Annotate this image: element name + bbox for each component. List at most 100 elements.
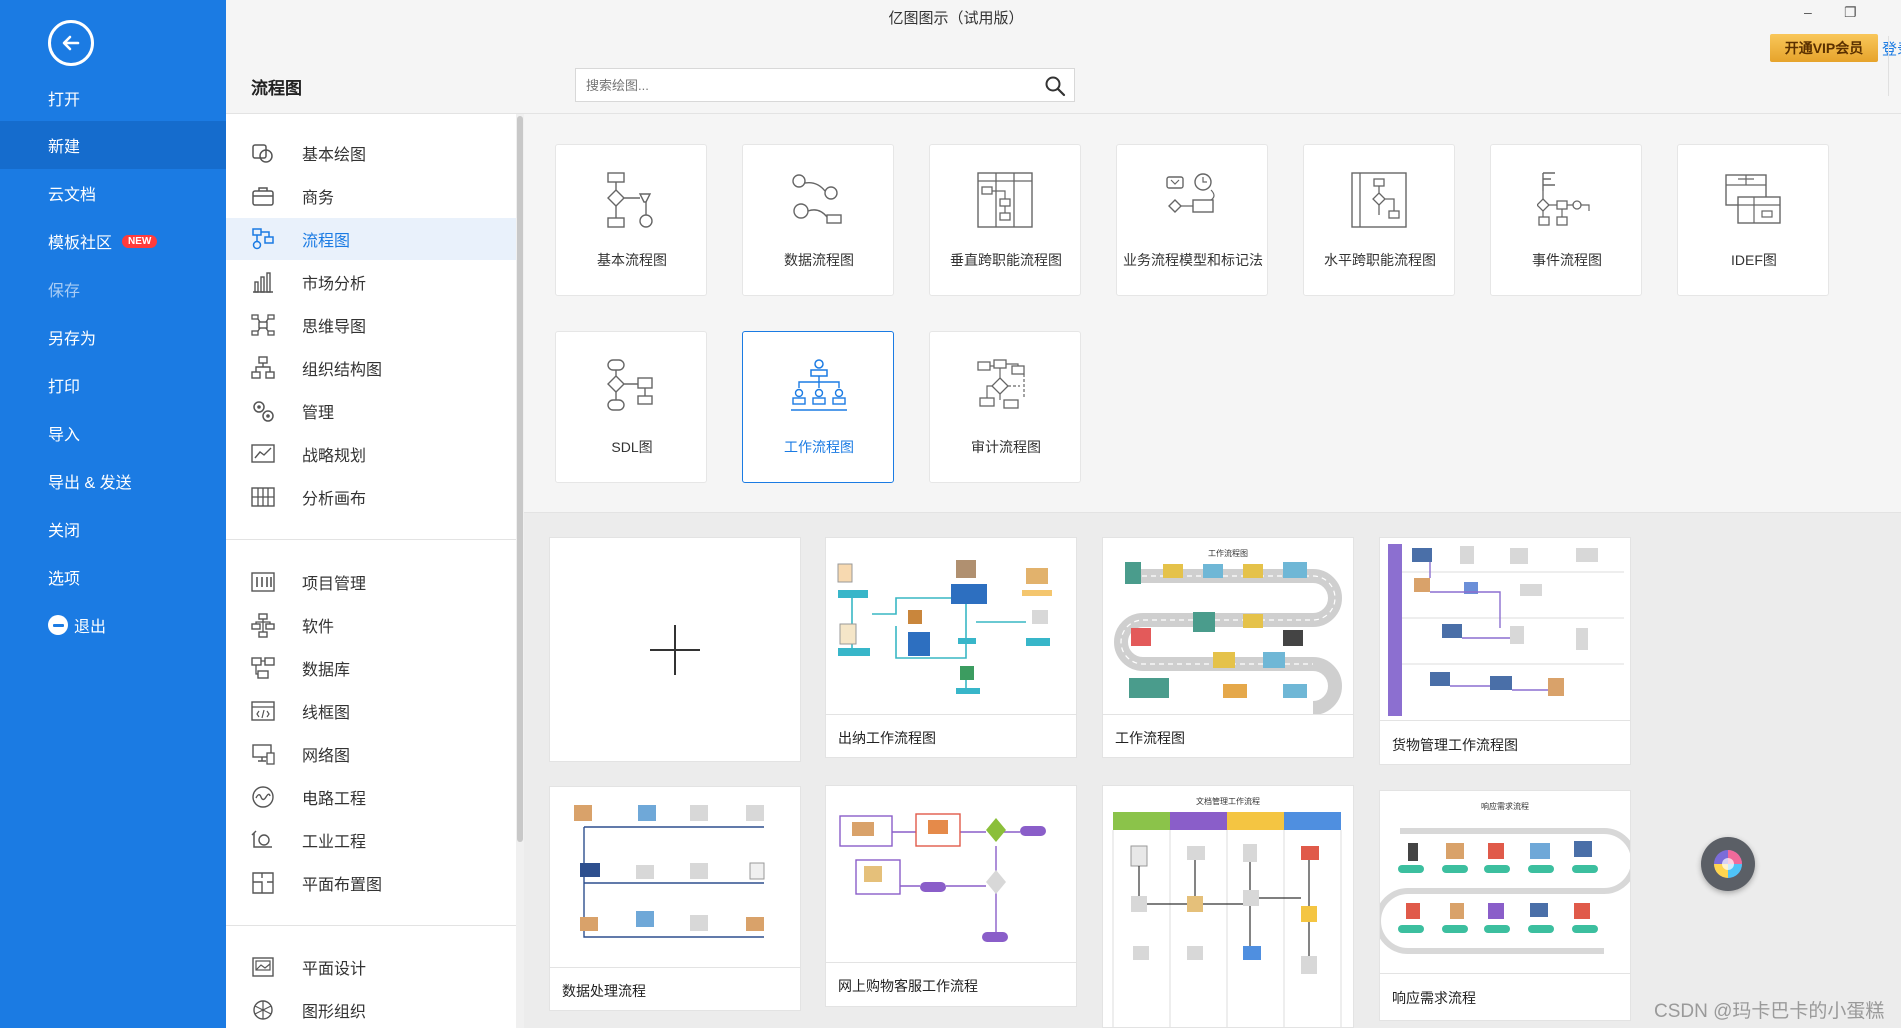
plus-icon: [650, 625, 700, 675]
ai-assistant-button[interactable]: [1701, 837, 1755, 891]
category-label: 基本绘图: [302, 147, 367, 164]
watermark: CSDN @玛卡巴卡的小蛋糕: [1654, 1001, 1885, 1022]
org-chart-icon: [251, 356, 275, 379]
divider: [826, 714, 1076, 715]
minimize-button[interactable]: –: [1804, 4, 1812, 20]
exit-icon: [48, 615, 68, 635]
sidebar-item-export-send[interactable]: 导出 & 发送: [0, 457, 226, 505]
type-card-event-flow[interactable]: 事件流程图: [1490, 144, 1642, 296]
login-link[interactable]: 登录: [1882, 38, 1901, 59]
template-card-response-demand[interactable]: 响应需求流程 响应需求流程: [1379, 790, 1631, 1021]
category-basic-drawing[interactable]: 基本绘图: [226, 132, 516, 174]
category-graphic-organizer[interactable]: 图形组织: [226, 989, 516, 1028]
search-input[interactable]: [576, 69, 1036, 101]
template-gallery: 出纳工作流程图 工作流程图 工作流程图 货物管理工作流程图 数据处理流程 网上购…: [524, 513, 1901, 1028]
type-card-basic-flowchart[interactable]: 基本流程图: [555, 144, 707, 296]
search-icon[interactable]: [1044, 75, 1066, 97]
gears-icon: [253, 401, 274, 422]
category-flowchart[interactable]: 流程图: [226, 218, 516, 260]
template-card-data-processing[interactable]: 数据处理流程: [549, 786, 801, 1011]
blank-template-card[interactable]: [549, 537, 801, 762]
search-box[interactable]: [575, 68, 1075, 102]
vip-membership-button[interactable]: 开通VIP会员: [1770, 34, 1878, 62]
category-analysis-canvas[interactable]: 分析画布: [226, 476, 516, 518]
category-label: 数据库: [302, 662, 351, 679]
category-scrollbar[interactable]: [516, 114, 524, 1028]
type-card-bpmn[interactable]: 业务流程模型和标记法: [1116, 144, 1268, 296]
type-card-vertical-swimlane[interactable]: 垂直跨职能流程图: [929, 144, 1081, 296]
type-card-workflow[interactable]: 工作流程图: [742, 331, 894, 483]
template-title: 工作流程图: [1115, 730, 1185, 746]
category-strategy-planning[interactable]: 战略规划: [226, 433, 516, 475]
category-label: 战略规划: [302, 448, 367, 465]
type-card-sdl[interactable]: SDL图: [555, 331, 707, 483]
sidebar-item-close[interactable]: 关闭: [0, 505, 226, 553]
type-card-audit-flow[interactable]: 审计流程图: [929, 331, 1081, 483]
template-card-document-management[interactable]: 文档管理工作流程: [1102, 785, 1354, 1028]
template-card-cashier-workflow[interactable]: 出纳工作流程图: [825, 537, 1077, 758]
template-card-goods-management[interactable]: 货物管理工作流程图: [1379, 537, 1631, 765]
category-circuit-engineering[interactable]: 电路工程: [226, 776, 516, 818]
category-label: 网络图: [302, 748, 351, 765]
sidebar-item-template-community[interactable]: 模板社区 NEW: [0, 217, 226, 265]
template-thumbnail: 文档管理工作流程: [1112, 796, 1342, 1027]
category-management[interactable]: 管理: [226, 390, 516, 432]
sidebar-item-label: 导出 & 发送: [48, 475, 132, 492]
type-card-label: SDL图: [611, 439, 653, 455]
divider: [1888, 36, 1889, 96]
category-graphic-design[interactable]: 平面设计: [226, 946, 516, 988]
template-card-online-shopping-service[interactable]: 网上购物客服工作流程: [825, 785, 1077, 1007]
horizontal-swimlane-icon: [1351, 172, 1407, 228]
category-list: 基本绘图 商务 流程图 市场分析 思维导图 组织结构图 管理 战略规划 分析画布…: [226, 114, 516, 1028]
category-mind-map[interactable]: 思维导图: [226, 304, 516, 346]
sidebar-item-cloud-docs[interactable]: 云文档: [0, 169, 226, 217]
sidebar-item-save-as[interactable]: 另存为: [0, 313, 226, 361]
network-icon: [252, 744, 275, 765]
assistant-orb-icon: [1714, 850, 1742, 878]
category-market-analysis[interactable]: 市场分析: [226, 261, 516, 303]
category-network[interactable]: 网络图: [226, 733, 516, 775]
arrow-left-icon: [62, 35, 80, 51]
category-org-chart[interactable]: 组织结构图: [226, 347, 516, 389]
image-icon: [252, 957, 274, 977]
category-label: 流程图: [302, 233, 351, 250]
type-card-horizontal-swimlane[interactable]: 水平跨职能流程图: [1303, 144, 1455, 296]
sidebar-item-options[interactable]: 选项: [0, 553, 226, 601]
category-label: 电路工程: [302, 791, 367, 808]
category-floor-plan[interactable]: 平面布置图: [226, 862, 516, 904]
new-badge: NEW: [122, 234, 158, 248]
category-label: 管理: [302, 405, 335, 422]
sidebar-item-print[interactable]: 打印: [0, 361, 226, 409]
backstage-sidebar: 打开 新建 云文档 模板社区 NEW 保存 另存为 打印 导入 导出 & 发送 关…: [0, 0, 226, 1028]
category-label: 组织结构图: [302, 362, 383, 379]
sidebar-item-save[interactable]: 保存: [0, 265, 226, 313]
category-label: 项目管理: [302, 576, 367, 593]
data-flow-icon: [792, 174, 842, 224]
back-button[interactable]: [48, 20, 94, 66]
sidebar-item-import[interactable]: 导入: [0, 409, 226, 457]
template-thumb-heading: 文档管理工作流程: [1196, 796, 1260, 806]
category-wireframe[interactable]: 线框图: [226, 690, 516, 732]
category-industrial-engineering[interactable]: 工业工程: [226, 819, 516, 861]
restore-button[interactable]: ❐: [1844, 4, 1857, 21]
template-card-workflow[interactable]: 工作流程图 工作流程图: [1102, 537, 1354, 758]
template-thumbnail: [839, 813, 1046, 942]
sidebar-item-label: 另存为: [48, 331, 97, 348]
template-title: 响应需求流程: [1392, 990, 1476, 1006]
sidebar-item-open[interactable]: 打开: [0, 74, 226, 122]
type-card-data-flow[interactable]: 数据流程图: [742, 144, 894, 296]
category-project-management[interactable]: 项目管理: [226, 561, 516, 603]
software-icon: [251, 613, 275, 638]
sidebar-item-new[interactable]: 新建: [0, 121, 226, 169]
category-software[interactable]: 软件: [226, 604, 516, 646]
category-business[interactable]: 商务: [226, 175, 516, 217]
category-label: 平面布置图: [302, 877, 383, 894]
divider: [1380, 720, 1630, 721]
category-database[interactable]: 数据库: [226, 647, 516, 689]
sidebar-item-exit[interactable]: 退出: [0, 601, 226, 649]
scrollbar-thumb[interactable]: [517, 116, 523, 842]
category-label: 线框图: [302, 705, 351, 722]
sidebar-item-label: 关闭: [48, 523, 81, 540]
type-card-idef[interactable]: IDEF图: [1677, 144, 1829, 296]
category-label: 平面设计: [302, 961, 367, 978]
